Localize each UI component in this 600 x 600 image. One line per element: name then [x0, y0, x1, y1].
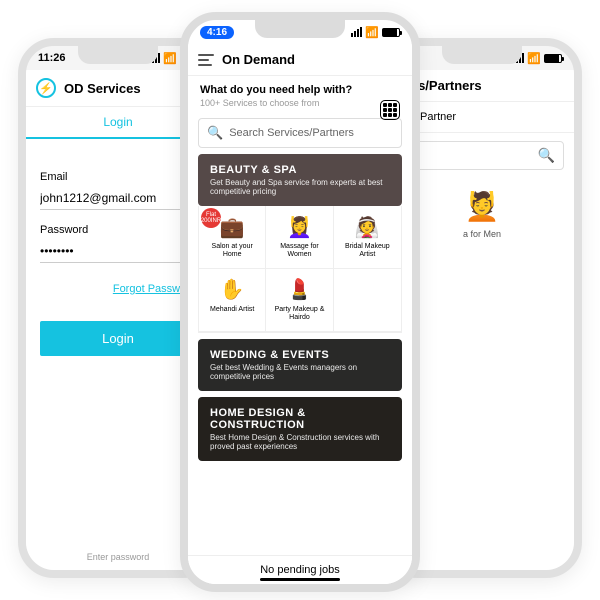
wifi-icon: 📶: [163, 52, 177, 65]
search-placeholder: Search Services/Partners: [229, 127, 354, 139]
banner-desc: Get Beauty and Spa service from experts …: [210, 178, 390, 196]
service-label: Massage for Women: [270, 243, 328, 260]
bridal-icon: 👰: [338, 214, 397, 240]
question-text: What do you need help with?: [188, 76, 412, 98]
banner-wedding[interactable]: WEDDING & EVENTS Get best Wedding & Even…: [198, 339, 402, 391]
services-grid: Flat 200INR 💼 Salon at your Home 💆‍♀️ Ma…: [198, 206, 402, 333]
service-label: Bridal Makeup Artist: [338, 243, 397, 260]
service-party[interactable]: 💄 Party Makeup & Hairdo: [266, 269, 333, 332]
service-label: Party Makeup & Hairdo: [270, 306, 328, 323]
signal-icon: [351, 27, 362, 37]
app-header: On Demand: [188, 44, 412, 76]
banner-title: BEAUTY & SPA: [210, 164, 390, 176]
menu-icon[interactable]: [198, 54, 214, 66]
clock: 11:26: [38, 52, 66, 64]
app-title: OD Services: [64, 81, 141, 96]
app-title: On Demand: [222, 52, 295, 67]
battery-icon: [382, 28, 400, 37]
grid-icon[interactable]: [380, 100, 400, 120]
massage-icon: 💆‍♀️: [270, 214, 328, 240]
home-indicator: [260, 578, 340, 581]
service-bridal[interactable]: 👰 Bridal Makeup Artist: [334, 206, 401, 269]
service-mehandi[interactable]: ✋ Mehandi Artist: [199, 269, 266, 332]
search-icon: 🔍: [207, 125, 223, 141]
service-empty: [334, 269, 401, 332]
subtitle-text: 100+ Services to choose from: [188, 98, 412, 114]
notch: [78, 46, 158, 64]
service-label: Salon at your Home: [203, 243, 261, 260]
mehandi-icon: ✋: [203, 277, 261, 303]
banner-home[interactable]: HOME DESIGN & CONSTRUCTION Best Home Des…: [198, 397, 402, 461]
battery-icon: [544, 54, 562, 63]
service-massage[interactable]: 💆‍♀️ Massage for Women: [266, 206, 333, 269]
password-label: Password: [40, 224, 196, 236]
notch: [442, 46, 522, 64]
banner-beauty[interactable]: BEAUTY & SPA Get Beauty and Spa service …: [198, 154, 402, 206]
service-label: Mehandi Artist: [203, 306, 261, 314]
banner-title: WEDDING & EVENTS: [210, 349, 390, 361]
email-label: Email: [40, 171, 196, 183]
wifi-icon: 📶: [365, 26, 379, 39]
password-field[interactable]: [40, 240, 196, 263]
phone-main: 4:16 📶 On Demand What do you need help w…: [180, 12, 420, 592]
makeup-icon: 💄: [270, 277, 328, 303]
clock: 4:16: [200, 26, 234, 39]
service-salon[interactable]: Flat 200INR 💼 Salon at your Home: [199, 206, 266, 269]
discount-badge: Flat 200INR: [201, 208, 221, 228]
logo-icon: ⚡: [36, 78, 56, 98]
banner-desc: Best Home Design & Construction services…: [210, 433, 390, 451]
tab-partner-label: Partner: [420, 111, 456, 123]
email-field[interactable]: [40, 187, 196, 210]
wifi-icon: 📶: [527, 52, 541, 65]
banner-desc: Get best Wedding & Events managers on co…: [210, 363, 390, 381]
search-icon: 🔍: [538, 147, 555, 164]
banner-title: HOME DESIGN & CONSTRUCTION: [210, 407, 390, 431]
login-button[interactable]: Login: [40, 321, 196, 356]
notch: [255, 20, 345, 38]
search-input[interactable]: 🔍: [400, 141, 564, 170]
search-input[interactable]: 🔍 Search Services/Partners: [198, 118, 402, 148]
